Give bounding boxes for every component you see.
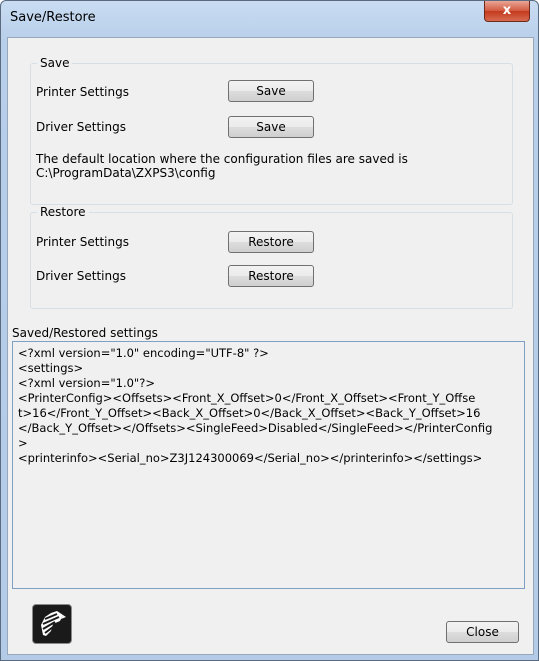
dialog-client-area: Save Printer Settings Save Driver Settin… xyxy=(7,37,534,655)
save-printer-settings-label: Printer Settings xyxy=(36,85,129,99)
settings-textbox[interactable]: <?xml version="1.0" encoding="UTF-8" ?> … xyxy=(12,341,525,589)
save-group-label: Save xyxy=(37,56,73,70)
save-location-path: C:\ProgramData\ZXPS3\config xyxy=(36,166,216,180)
settings-line: t>16</Front_Y_Offset><Back_X_Offset>0</B… xyxy=(18,406,481,420)
settings-line: <?xml version="1.0" encoding="UTF-8" ?> xyxy=(18,346,269,360)
title-bar: Save/Restore x xyxy=(1,1,538,37)
restore-printer-settings-button[interactable]: Restore xyxy=(228,231,314,253)
save-group: Save Printer Settings Save Driver Settin… xyxy=(30,56,513,205)
save-printer-settings-button[interactable]: Save xyxy=(228,80,314,102)
settings-line: </Back_Y_Offset></Offsets><SingleFeed>Di… xyxy=(18,421,493,435)
restore-group: Restore Printer Settings Restore Driver … xyxy=(30,205,513,309)
restore-group-label: Restore xyxy=(37,205,89,219)
save-driver-settings-button[interactable]: Save xyxy=(228,116,314,138)
zebra-logo-icon xyxy=(32,604,72,644)
settings-line: <PrinterConfig><Offsets><Front_X_Offset>… xyxy=(18,391,476,405)
save-restore-window: Save/Restore x Save Printer Settings Sav… xyxy=(0,0,539,661)
settings-line: <printerinfo><Serial_no>Z3J124300069</Se… xyxy=(18,451,483,465)
save-driver-settings-label: Driver Settings xyxy=(36,120,126,134)
window-title: Save/Restore xyxy=(10,10,96,25)
save-location-info-text: The default location where the configura… xyxy=(36,152,408,166)
window-close-button[interactable]: x xyxy=(484,1,530,22)
restore-driver-settings-label: Driver Settings xyxy=(36,269,126,283)
restore-printer-settings-label: Printer Settings xyxy=(36,235,129,249)
close-button[interactable]: Close xyxy=(446,621,519,643)
restore-driver-settings-button[interactable]: Restore xyxy=(228,265,314,287)
settings-line: <?xml version="1.0"?> xyxy=(18,376,155,390)
settings-line: > xyxy=(18,436,28,450)
settings-label: Saved/Restored settings xyxy=(12,326,158,340)
settings-line: <settings> xyxy=(18,361,84,375)
